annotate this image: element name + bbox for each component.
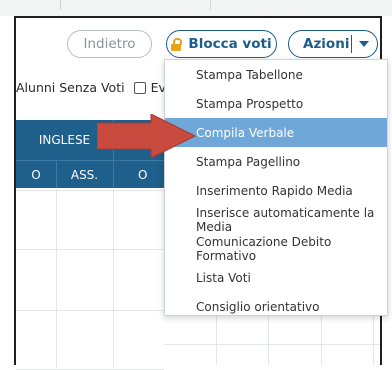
- table-body: [16, 188, 164, 370]
- back-button-label: Indietro: [83, 36, 136, 52]
- filter-bar: Alunni Senza Voti Evi: [16, 80, 169, 95]
- top-strip-divider: [210, 0, 211, 10]
- lock-grades-label: Blocca voti: [188, 36, 272, 52]
- table-header-columns: O ASS. O: [16, 160, 164, 188]
- lock-grades-button[interactable]: Blocca voti: [166, 30, 277, 58]
- menu-item-inserisce-media[interactable]: Inserisce automaticamente la Media: [165, 205, 387, 234]
- menu-item-inserimento-rapido-media[interactable]: Inserimento Rapido Media: [165, 176, 387, 205]
- column-header-ass: ASS.: [70, 167, 99, 182]
- menu-item-compila-verbale[interactable]: Compila Verbale: [165, 118, 387, 147]
- menu-item-stampa-tabellone[interactable]: Stampa Tabellone: [165, 60, 387, 89]
- menu-item-stampa-pagellino[interactable]: Stampa Pagellino: [165, 147, 387, 176]
- actions-label: Azioni: [303, 36, 350, 52]
- menu-item-consiglio-orientativo[interactable]: Consiglio orientativo: [165, 292, 387, 321]
- menu-item-debito-formativo[interactable]: Comunicazione Debito Formativo: [165, 234, 387, 263]
- lock-icon: [171, 37, 182, 51]
- back-button[interactable]: Indietro: [67, 30, 152, 58]
- column-header-o: O: [31, 167, 41, 182]
- actions-dropdown-menu: Stampa Tabellone Stampa Prospetto Compil…: [164, 59, 388, 316]
- no-grades-filter-label: Alunni Senza Voti: [16, 80, 125, 95]
- table-body-under-menu: [164, 314, 380, 365]
- actions-separator: [351, 35, 352, 53]
- menu-item-lista-voti[interactable]: Lista Voti: [165, 263, 387, 292]
- red-arrow-pointer-icon: [97, 114, 197, 158]
- top-strip-segment: [4, 0, 61, 10]
- highlight-checkbox[interactable]: [133, 81, 146, 94]
- caret-down-icon[interactable]: [359, 41, 369, 47]
- actions-dropdown-button[interactable]: Azioni: [288, 30, 378, 58]
- menu-item-stampa-prospetto[interactable]: Stampa Prospetto: [165, 89, 387, 118]
